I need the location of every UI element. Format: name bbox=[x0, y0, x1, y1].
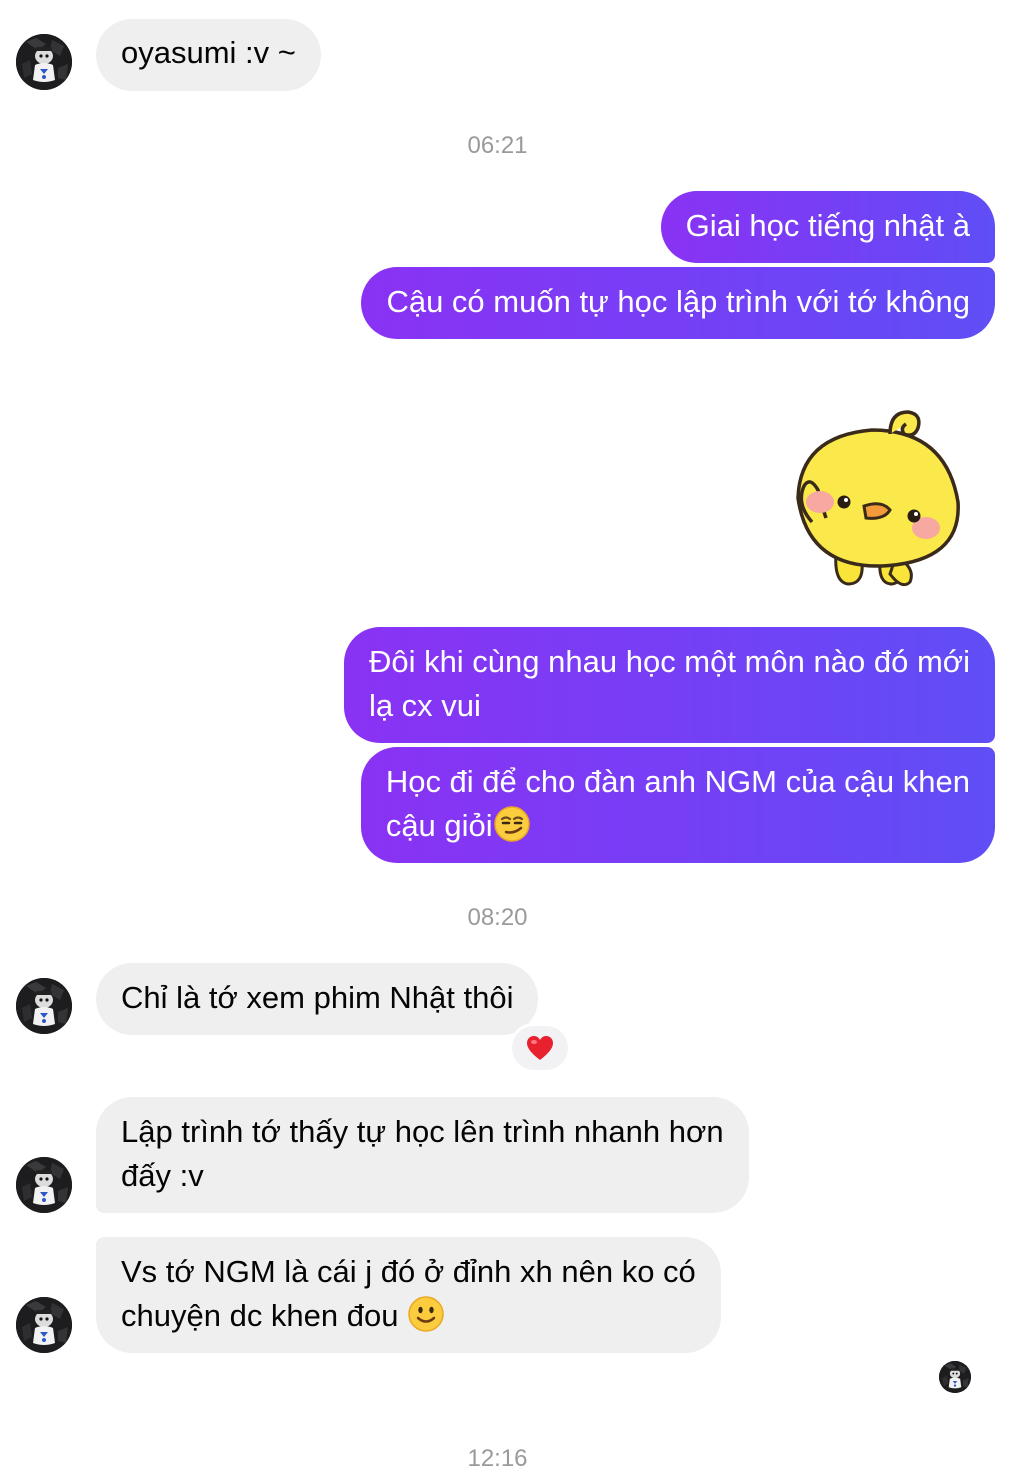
message-text-line: chuyện dc khen đou bbox=[121, 1298, 399, 1333]
yellow-chick-sticker-icon[interactable] bbox=[786, 406, 966, 592]
incoming-message-bubble[interactable]: Chỉ là tớ xem phim Nhật thôi bbox=[96, 963, 539, 1035]
message-text-line: Học đi để cho đàn anh NGM của cậu khen bbox=[385, 764, 970, 799]
outgoing-message-bubble[interactable]: Học đi để cho đàn anh NGM của cậu khen c… bbox=[360, 747, 995, 863]
outgoing-message-bubble[interactable]: Cậu có muốn tự học lập trình với tớ khôn… bbox=[361, 267, 995, 339]
message-text-line: đấy :v bbox=[121, 1158, 204, 1193]
incoming-message-bubble[interactable]: Vs tớ NGM là cái j đó ở đỉnh xh nên ko c… bbox=[96, 1237, 721, 1353]
message-text-line: Lập trình tớ thấy tự học lên trình nhanh… bbox=[121, 1114, 724, 1149]
heart-reaction-icon[interactable] bbox=[512, 1026, 568, 1070]
contact-avatar[interactable] bbox=[16, 1297, 72, 1353]
incoming-message-bubble[interactable]: Lập trình tớ thấy tự học lên trình nhanh… bbox=[96, 1097, 749, 1213]
message-text: oyasumi :v ~ bbox=[121, 35, 296, 70]
timestamp: 12:16 bbox=[467, 1445, 528, 1472]
contact-avatar[interactable] bbox=[16, 34, 72, 90]
outgoing-message-bubble[interactable]: Giai học tiếng nhật à bbox=[660, 191, 995, 263]
seen-receipt-avatar bbox=[939, 1361, 971, 1393]
incoming-message-bubble[interactable]: oyasumi :v ~ bbox=[96, 19, 321, 91]
timestamp: 06:21 bbox=[467, 132, 528, 159]
message-text: Giai học tiếng nhật à bbox=[685, 208, 970, 243]
message-text-line: cậu giỏi bbox=[385, 808, 493, 843]
smirking-face-icon bbox=[493, 805, 531, 855]
timestamp: 08:20 bbox=[467, 904, 528, 931]
contact-avatar[interactable] bbox=[16, 1157, 72, 1213]
message-text-line: Vs tớ NGM là cái j đó ở đỉnh xh nên ko c… bbox=[121, 1254, 696, 1289]
message-text: Chỉ là tớ xem phim Nhật thôi bbox=[121, 980, 514, 1015]
message-text-line: Đôi khi cùng nhau học một môn nào đó mới bbox=[368, 644, 970, 679]
contact-avatar[interactable] bbox=[16, 978, 72, 1034]
slightly-smiling-face-icon bbox=[407, 1295, 445, 1345]
outgoing-message-bubble[interactable]: Đôi khi cùng nhau học một môn nào đó mới… bbox=[343, 627, 995, 743]
message-text-line: lạ cx vui bbox=[368, 688, 481, 723]
message-text: Cậu có muốn tự học lập trình với tớ khôn… bbox=[386, 284, 970, 319]
